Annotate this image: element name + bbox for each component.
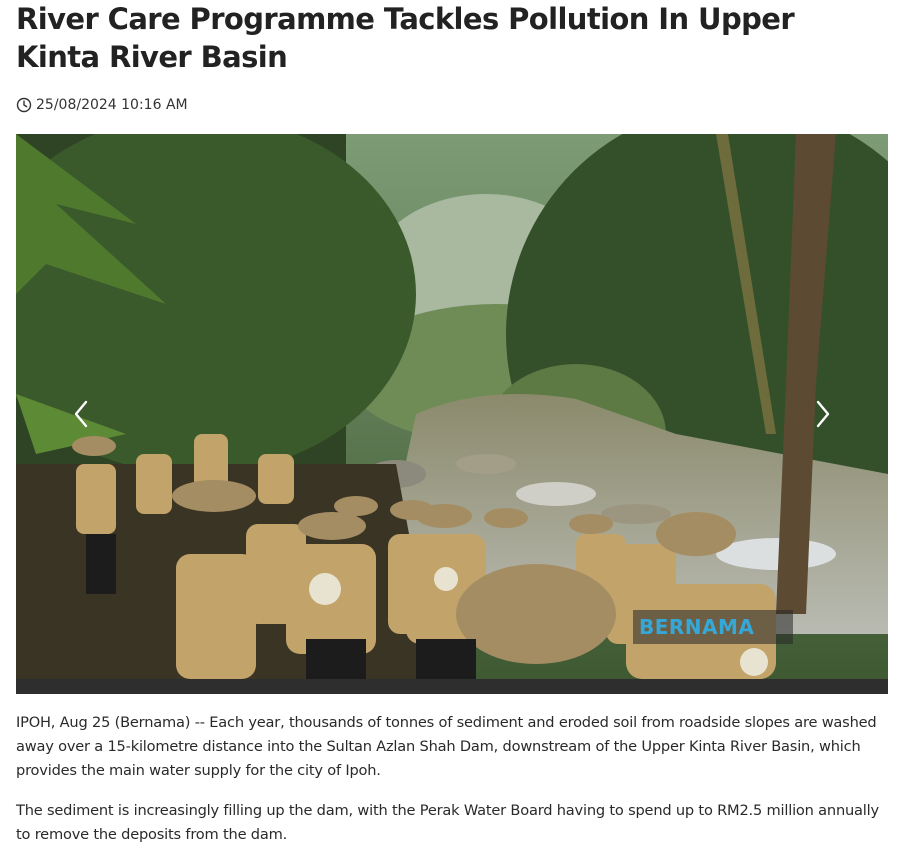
article-paragraph: IPOH, Aug 25 (Bernama) -- Each year, tho… [16, 714, 877, 779]
chevron-left-icon [74, 400, 88, 428]
article-headline: River Care Programme Tackles Pollution I… [16, 2, 795, 74]
article-photo [16, 134, 888, 679]
article-paragraph: The sediment is increasingly filling up … [16, 802, 879, 843]
article-dateline: 25/08/2024 10:16 AM [16, 94, 188, 116]
photo-caption-bar [16, 679, 888, 694]
article-timestamp: 25/08/2024 10:16 AM [36, 97, 188, 113]
gallery-prev-button[interactable] [70, 396, 94, 432]
watermark-text: BERNAMA [639, 615, 755, 639]
photo-gallery[interactable]: BERNAMA [16, 134, 888, 694]
clock-icon [16, 97, 32, 113]
photo-watermark: BERNAMA [633, 610, 793, 644]
chevron-right-icon [816, 400, 830, 428]
gallery-next-button[interactable] [810, 396, 834, 432]
